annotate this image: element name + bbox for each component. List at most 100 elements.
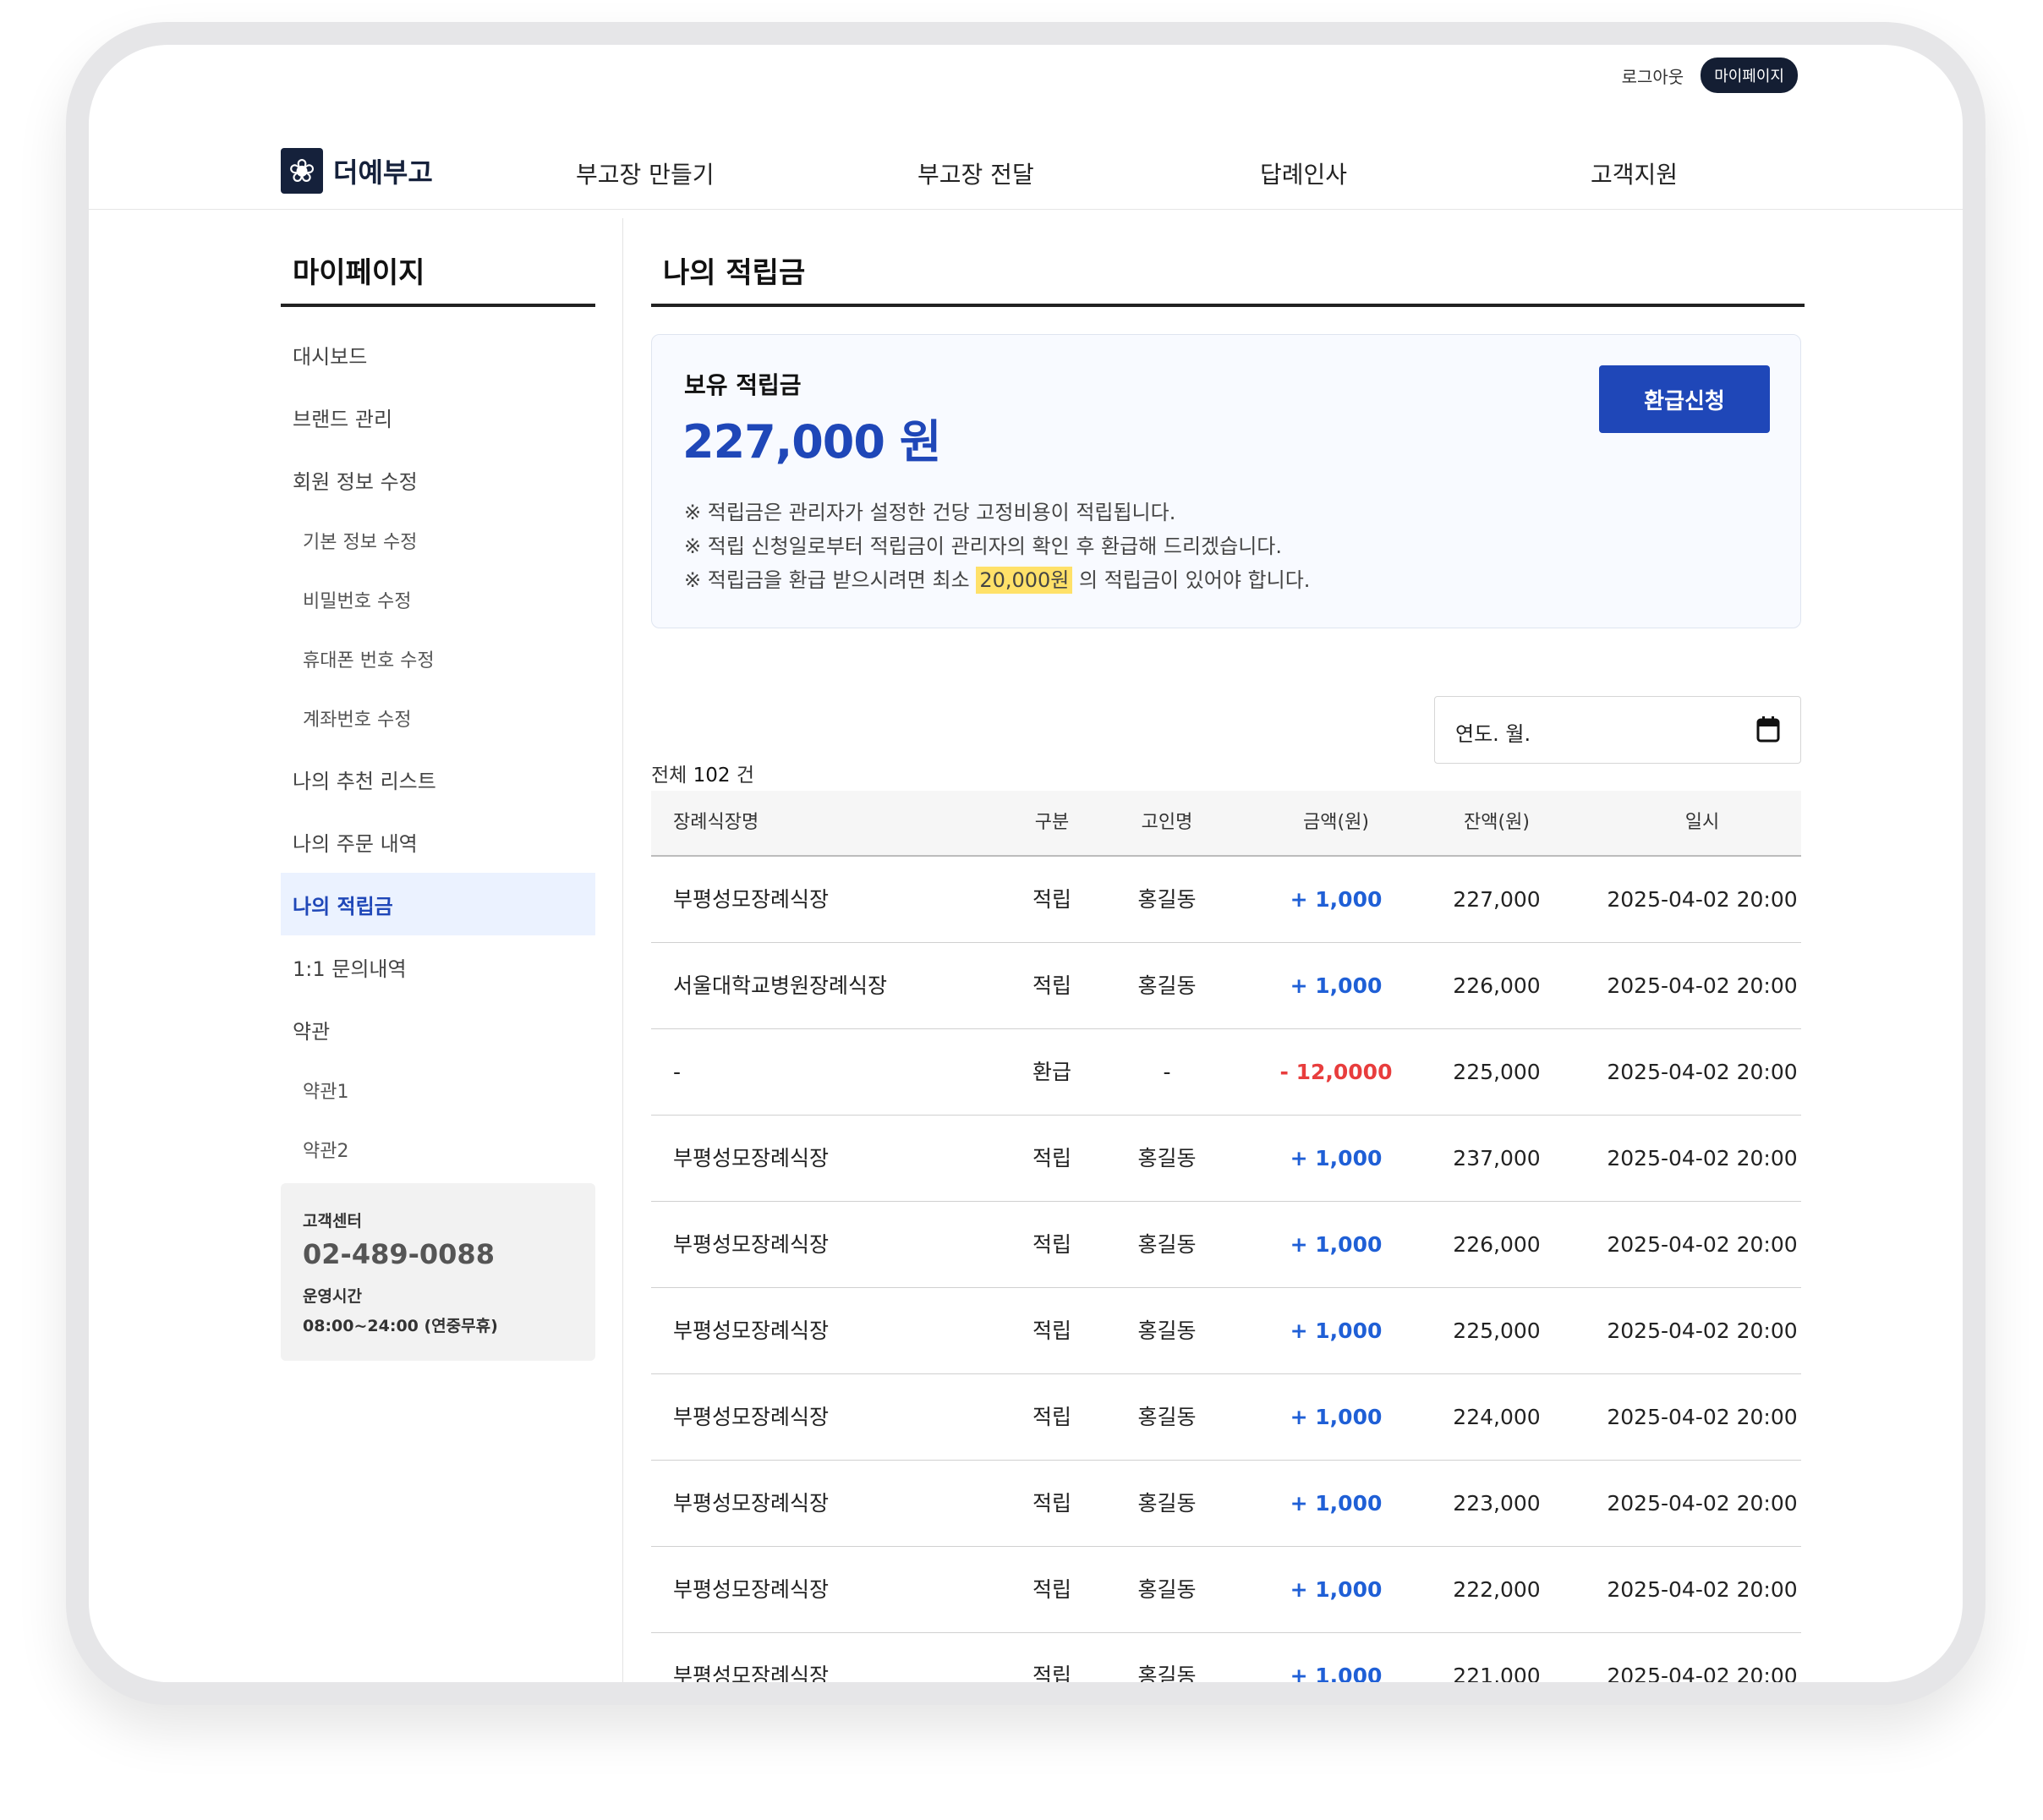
cell-type: 적립	[1032, 1664, 1071, 1682]
cell-balance: 222,000	[1453, 1577, 1541, 1602]
sidebar-item-orders[interactable]: 나의 주문 내역	[281, 810, 595, 873]
cell-deceased: 홍길동	[1137, 1318, 1197, 1343]
sidebar-item-points[interactable]: 나의 적립금	[281, 873, 595, 935]
total-number: 102	[693, 765, 731, 787]
cell-amount: + 1,000	[1290, 1491, 1383, 1516]
cell-deceased: 홍길동	[1137, 1664, 1197, 1682]
th-hall: 장례식장명	[673, 812, 759, 833]
notice-3-post: 의 적립금이 있어야 합니다.	[1079, 568, 1311, 592]
cell-deceased: 홍길동	[1137, 1146, 1197, 1170]
content-divider	[622, 218, 623, 1682]
cell-deceased: 홍길동	[1137, 887, 1197, 912]
cell-balance: 226,000	[1453, 1232, 1541, 1257]
cell-amount: + 1,000	[1290, 1146, 1383, 1170]
logo[interactable]: ❀ 더예부고	[281, 148, 433, 194]
table-row: 부평성모장례식장 적립 홍길동 + 1,000 223,000 2025-04-…	[651, 1461, 1801, 1547]
cell-type: 적립	[1032, 1232, 1071, 1257]
table-row: 부평성모장례식장 적립 홍길동 + 1,000 222,000 2025-04-…	[651, 1547, 1801, 1633]
sidebar-title: 마이페이지	[293, 256, 425, 290]
cell-hall: 서울대학교병원장례식장	[673, 973, 888, 998]
th-amount: 금액(원)	[1303, 812, 1369, 833]
table-header: 장례식장명 구분 고인명 금액(원) 잔액(원) 일시	[651, 791, 1801, 857]
device-frame: 로그아웃 마이페이지 ❀ 더예부고 부고장 만들기 부고장 전달 답례인사 고객…	[66, 22, 1985, 1705]
cell-amount: + 1,000	[1290, 887, 1383, 912]
th-type: 구분	[1034, 812, 1070, 833]
cell-deceased: 홍길동	[1137, 1491, 1197, 1516]
cell-deceased: -	[1163, 1060, 1171, 1084]
title-divider	[651, 304, 1805, 307]
cell-hall: 부평성모장례식장	[673, 1232, 830, 1257]
sidebar-item-member-info[interactable]: 회원 정보 수정	[281, 448, 595, 511]
notice-list: ※ 적립금은 관리자가 설정한 건당 고정비용이 적립됩니다. ※ 적립 신청일…	[684, 496, 1310, 597]
points-summary-card: 보유 적립금 227,000 원 환급신청 ※ 적립금은 관리자가 설정한 건당…	[651, 334, 1801, 628]
nav-send-obituary[interactable]: 부고장 전달	[917, 156, 1034, 190]
table-row: 부평성모장례식장 적립 홍길동 + 1,000 225,000 2025-04-…	[651, 1288, 1801, 1374]
sidebar-item-dashboard[interactable]: 대시보드	[281, 323, 595, 386]
main-header: ❀ 더예부고 부고장 만들기 부고장 전달 답례인사 고객지원	[89, 106, 1963, 210]
help-hours-label: 운영시간	[303, 1287, 362, 1306]
table-row: 부평성모장례식장 적립 홍길동 + 1,000 221,000 2025-04-…	[651, 1633, 1801, 1682]
cell-amount: + 1,000	[1290, 1405, 1383, 1429]
total-label: 전체	[651, 765, 687, 787]
cell-hall: -	[673, 1060, 682, 1084]
table-row: 부평성모장례식장 적립 홍길동 + 1,000 224,000 2025-04-…	[651, 1374, 1801, 1461]
cell-type: 적립	[1032, 1405, 1071, 1429]
sidebar-item-referrals[interactable]: 나의 추천 리스트	[281, 748, 595, 810]
sidebar-item-phone[interactable]: 휴대폰 번호 수정	[281, 629, 595, 688]
cell-amount: + 1,000	[1290, 1318, 1383, 1343]
cell-hall: 부평성모장례식장	[673, 1405, 830, 1429]
table-row: 부평성모장례식장 적립 홍길동 + 1,000 227,000 2025-04-…	[651, 857, 1801, 943]
balance-amount: 227,000 원	[682, 415, 941, 469]
table-row: 서울대학교병원장례식장 적립 홍길동 + 1,000 226,000 2025-…	[651, 943, 1801, 1029]
cell-date: 2025-04-02 20:00	[1607, 973, 1798, 998]
cell-hall: 부평성모장례식장	[673, 1664, 830, 1682]
total-count: 전체 102 건	[651, 759, 754, 787]
logout-link[interactable]: 로그아웃	[1622, 63, 1684, 88]
cell-type: 적립	[1032, 1491, 1071, 1516]
cell-amount: + 1,000	[1290, 1232, 1383, 1257]
cell-date: 2025-04-02 20:00	[1607, 1491, 1798, 1516]
cell-hall: 부평성모장례식장	[673, 887, 830, 912]
mypage-button[interactable]: 마이페이지	[1701, 58, 1798, 93]
th-date: 일시	[1684, 812, 1720, 833]
cell-balance: 227,000	[1453, 887, 1541, 912]
calendar-icon[interactable]	[1756, 715, 1780, 743]
nav-customer-support[interactable]: 고객지원	[1591, 156, 1678, 190]
cell-date: 2025-04-02 20:00	[1607, 1232, 1798, 1257]
cell-type: 적립	[1032, 1577, 1071, 1602]
screen: 로그아웃 마이페이지 ❀ 더예부고 부고장 만들기 부고장 전달 답례인사 고객…	[89, 45, 1963, 1682]
cell-date: 2025-04-02 20:00	[1607, 1405, 1798, 1429]
month-picker-input[interactable]: 연도. 월.	[1434, 696, 1801, 764]
cell-date: 2025-04-02 20:00	[1607, 1664, 1798, 1682]
notice-3-pre: ※ 적립금을 환급 받으시려면 최소	[684, 568, 970, 592]
cell-balance: 237,000	[1453, 1146, 1541, 1170]
cell-balance: 225,000	[1453, 1318, 1541, 1343]
customer-center-box: 고객센터 02-489-0088 운영시간 08:00~24:00 (연중무휴)	[281, 1183, 595, 1361]
balance-label: 보유 적립금	[684, 371, 802, 399]
cell-type: 적립	[1032, 973, 1071, 998]
nav-thanks-message[interactable]: 답례인사	[1260, 156, 1347, 190]
cell-balance: 224,000	[1453, 1405, 1541, 1429]
logo-text: 더예부고	[333, 156, 433, 189]
nav-create-obituary[interactable]: 부고장 만들기	[576, 156, 714, 190]
cell-deceased: 홍길동	[1137, 1232, 1197, 1257]
month-placeholder: 연도. 월.	[1455, 722, 1531, 746]
table-row: - 환급 - - 12,0000 225,000 2025-04-02 20:0…	[651, 1029, 1801, 1116]
cell-deceased: 홍길동	[1137, 1405, 1197, 1429]
refund-request-button[interactable]: 환급신청	[1599, 365, 1770, 433]
sidebar-item-terms[interactable]: 약관	[281, 998, 595, 1061]
sidebar-item-terms2[interactable]: 약관2	[281, 1120, 595, 1179]
sidebar-item-account[interactable]: 계좌번호 수정	[281, 688, 595, 748]
th-balance: 잔액(원)	[1464, 812, 1530, 833]
cell-deceased: 홍길동	[1137, 973, 1197, 998]
sidebar-item-inquiries[interactable]: 1:1 문의내역	[281, 935, 595, 998]
table-row: 부평성모장례식장 적립 홍길동 + 1,000 226,000 2025-04-…	[651, 1202, 1801, 1288]
sidebar-item-basic-info[interactable]: 기본 정보 수정	[281, 511, 595, 570]
cell-type: 적립	[1032, 1318, 1071, 1343]
cell-date: 2025-04-02 20:00	[1607, 1060, 1798, 1084]
sidebar-divider	[281, 304, 595, 307]
sidebar-item-terms1[interactable]: 약관1	[281, 1061, 595, 1120]
sidebar-item-brand[interactable]: 브랜드 관리	[281, 386, 595, 448]
help-phone: 02-489-0088	[303, 1238, 495, 1270]
sidebar-item-password[interactable]: 비밀번호 수정	[281, 570, 595, 629]
